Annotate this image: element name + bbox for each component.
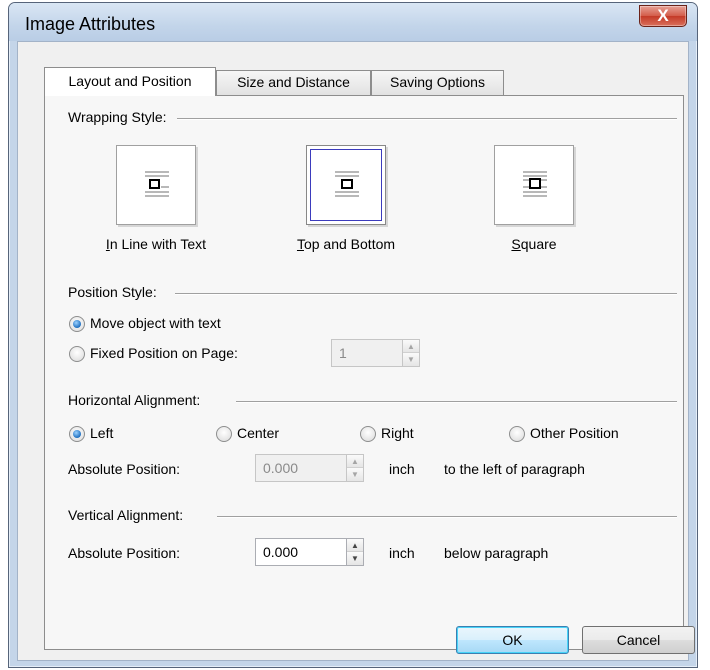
wrapping-style-label: Wrapping Style: bbox=[68, 109, 167, 125]
align-other-label[interactable]: Other Position bbox=[530, 425, 619, 441]
wrapping-style-divider bbox=[177, 118, 677, 120]
fixed-position-radio[interactable] bbox=[69, 346, 85, 362]
tab-page-layout: Wrapping Style: In Line with Text Top an… bbox=[44, 95, 684, 650]
wrap-inline-button[interactable] bbox=[116, 145, 196, 225]
vertical-position-spinner[interactable]: ▲ ▼ bbox=[346, 538, 364, 566]
horizontal-position-input[interactable]: 0.000 bbox=[255, 454, 347, 482]
vertical-alignment-divider bbox=[217, 516, 677, 518]
horizontal-absolute-label: Absolute Position: bbox=[68, 461, 181, 477]
window-title: Image Attributes bbox=[25, 14, 156, 34]
cancel-button[interactable]: Cancel bbox=[582, 626, 695, 654]
wrap-square-button[interactable] bbox=[494, 145, 574, 225]
horizontal-alignment-label: Horizontal Alignment: bbox=[68, 392, 201, 408]
wrap-top-bottom-icon bbox=[335, 171, 359, 197]
align-right-label[interactable]: Right bbox=[381, 425, 414, 441]
fixed-position-label[interactable]: Fixed Position on Page: bbox=[90, 345, 238, 361]
vertical-unit-label: inch bbox=[389, 545, 415, 561]
wrap-inline-icon bbox=[145, 171, 169, 197]
spin-down-icon[interactable]: ▼ bbox=[347, 552, 363, 565]
page-number-spinner[interactable]: ▲ ▼ bbox=[402, 339, 420, 367]
spin-down-icon[interactable]: ▼ bbox=[403, 353, 419, 366]
align-left-label[interactable]: Left bbox=[90, 425, 113, 441]
position-style-label: Position Style: bbox=[68, 284, 157, 300]
page-number-input[interactable]: 1 bbox=[331, 339, 403, 367]
align-center-label[interactable]: Center bbox=[237, 425, 279, 441]
align-other-radio[interactable] bbox=[509, 426, 525, 442]
wrap-square-icon bbox=[523, 171, 547, 197]
vertical-position-input[interactable]: 0.000 bbox=[255, 538, 347, 566]
horizontal-alignment-divider bbox=[236, 401, 677, 403]
align-left-radio[interactable] bbox=[69, 426, 85, 442]
vertical-absolute-label: Absolute Position: bbox=[68, 545, 181, 561]
dialog-body: Layout and Position Size and Distance Sa… bbox=[17, 41, 695, 661]
wrap-inline-caption: In Line with Text bbox=[105, 236, 207, 252]
title-bar[interactable]: Image Attributes X bbox=[9, 3, 697, 41]
ok-button[interactable]: OK bbox=[456, 626, 569, 654]
align-center-radio[interactable] bbox=[216, 426, 232, 442]
spin-up-icon[interactable]: ▲ bbox=[403, 340, 419, 353]
wrap-top-bottom-button[interactable] bbox=[306, 145, 386, 225]
close-button[interactable]: X bbox=[639, 5, 687, 27]
spin-down-icon[interactable]: ▼ bbox=[347, 468, 363, 481]
tab-layout-and-position[interactable]: Layout and Position bbox=[44, 67, 216, 96]
move-with-text-label[interactable]: Move object with text bbox=[90, 315, 221, 331]
horizontal-relation-label: to the left of paragraph bbox=[444, 461, 585, 477]
align-right-radio[interactable] bbox=[360, 426, 376, 442]
tab-saving-options[interactable]: Saving Options bbox=[371, 70, 504, 95]
wrap-top-bottom-caption: Top and Bottom bbox=[296, 236, 396, 252]
position-style-divider bbox=[175, 293, 677, 295]
vertical-alignment-label: Vertical Alignment: bbox=[68, 507, 184, 523]
spin-up-icon[interactable]: ▲ bbox=[347, 539, 363, 552]
wrap-square-caption: Square bbox=[511, 236, 557, 252]
vertical-relation-label: below paragraph bbox=[444, 545, 549, 561]
horizontal-unit-label: inch bbox=[389, 461, 415, 477]
move-with-text-radio[interactable] bbox=[69, 316, 85, 332]
tab-size-and-distance[interactable]: Size and Distance bbox=[216, 70, 371, 95]
horizontal-position-spinner[interactable]: ▲ ▼ bbox=[346, 454, 364, 482]
spin-up-icon[interactable]: ▲ bbox=[347, 455, 363, 468]
image-attributes-dialog: Image Attributes X Layout and Position S… bbox=[8, 2, 698, 668]
